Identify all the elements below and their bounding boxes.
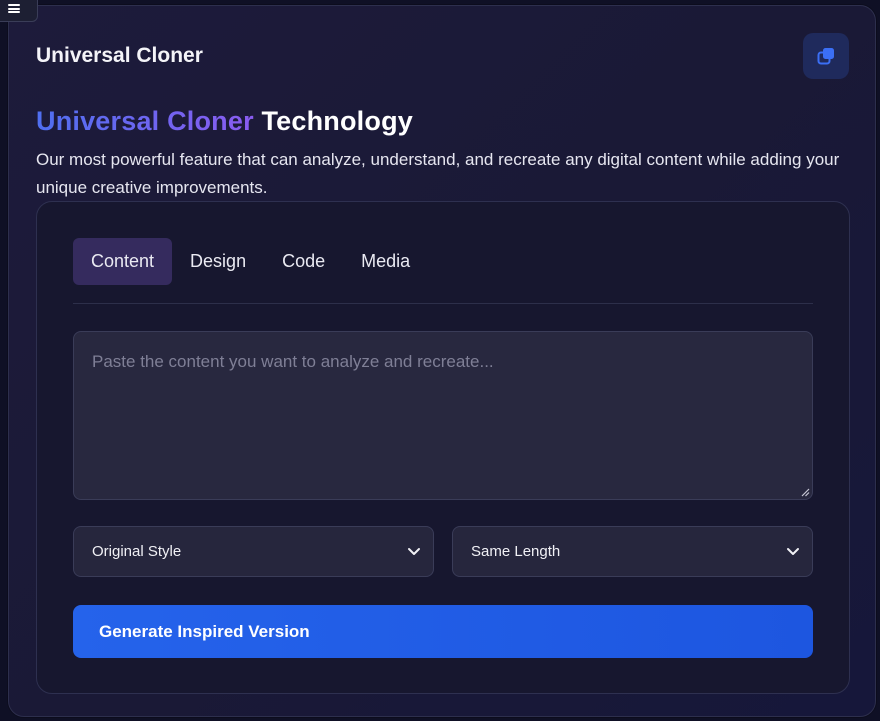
chevron-down-icon [787,547,799,555]
title-rest: Technology [261,106,413,136]
menu-toggle-button[interactable] [0,0,38,22]
resize-handle-icon[interactable] [800,487,810,497]
tab-code[interactable]: Code [264,238,343,285]
copy-button[interactable] [803,33,849,79]
chevron-down-icon [408,547,420,555]
card-header-title: Universal Cloner [36,44,203,67]
title-highlight: Universal Cloner [36,106,254,136]
tab-media[interactable]: Media [343,238,428,285]
feature-description: Our most powerful feature that can analy… [36,150,840,197]
content-textarea[interactable]: Paste the content you want to analyze an… [73,331,813,500]
page-title: Universal Cloner Technology [36,106,413,137]
tab-content[interactable]: Content [73,238,173,285]
universal-cloner-card: Universal Cloner Universal Cloner Techno… [8,5,876,717]
generate-button[interactable]: Generate Inspired Version [73,605,813,658]
hamburger-icon [8,4,20,13]
cloner-panel: Content Design Code Media Paste the cont… [36,201,850,694]
length-select-value: Same Length [471,543,561,560]
tab-design[interactable]: Design [172,238,264,285]
copy-icon [817,48,834,65]
style-select[interactable]: Original Style [73,526,434,577]
tab-bar: Content Design Code Media [73,238,813,304]
style-select-value: Original Style [92,543,182,560]
textarea-placeholder: Paste the content you want to analyze an… [92,352,494,371]
length-select[interactable]: Same Length [452,526,813,577]
